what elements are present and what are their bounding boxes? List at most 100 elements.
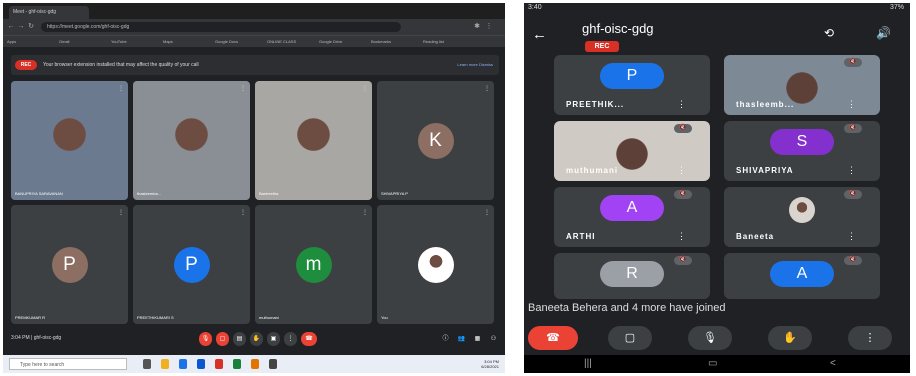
bookmark-item[interactable]: Gmail: [59, 37, 69, 46]
participant-tile[interactable]: ⋮ BANUPRIYA SARAVANAN: [11, 81, 128, 200]
tile-menu-icon[interactable]: ⋮: [118, 209, 124, 216]
muted-mic-icon: 🔇: [844, 256, 862, 265]
participant-tile[interactable]: ⋮ You: [377, 205, 494, 324]
avatar: [417, 246, 454, 283]
more-options-button[interactable]: ⋮: [848, 326, 892, 350]
browser-tab[interactable]: Meet - ghf-oisc-gdg: [9, 6, 89, 19]
forward-icon[interactable]: →: [17, 22, 25, 31]
participant-tile[interactable]: P ⋮ PREETHIKUMARI S: [133, 205, 250, 324]
bookmark-item[interactable]: Google Drive: [319, 37, 342, 46]
raise-hand-button[interactable]: ✋: [250, 332, 263, 346]
muted-mic-icon: 🔇: [674, 124, 692, 133]
taskbar-search-input[interactable]: Type here to search: [9, 358, 127, 370]
bookmark-item[interactable]: YouTube: [111, 37, 127, 46]
participant-tile[interactable]: R 🔇: [554, 253, 710, 299]
camera-off-button[interactable]: ▢: [608, 326, 652, 350]
participant-tile[interactable]: A 🔇: [724, 253, 880, 299]
bookmark-item[interactable]: Apps: [7, 37, 16, 46]
task-view-icon[interactable]: [143, 359, 151, 369]
participant-name: BANUPRIYA SARAVANAN: [15, 191, 63, 196]
raise-hand-button[interactable]: ✋: [768, 326, 812, 350]
participant-tile[interactable]: K ⋮ SHIVAPRIYA P: [377, 81, 494, 200]
tile-menu-icon[interactable]: ⋮: [240, 209, 246, 216]
tile-menu-icon[interactable]: ⋮: [847, 99, 856, 110]
captions-button[interactable]: ▤: [233, 332, 246, 346]
store-icon[interactable]: [179, 359, 187, 369]
address-bar[interactable]: https://meet.google.com/ghf-oisc-gdg: [41, 22, 401, 32]
speaker-icon[interactable]: 🔊: [876, 26, 891, 40]
participant-name: thasleemb...: [736, 100, 795, 109]
bookmarks-bar: Apps Gmail YouTube Maps Google Docs ONLINE CL…: [3, 35, 505, 47]
tile-menu-icon[interactable]: ⋮: [677, 99, 686, 110]
file-explorer-icon[interactable]: [161, 359, 169, 369]
video-feed: [11, 81, 128, 200]
avatar: [789, 197, 815, 223]
participant-tile[interactable]: 🔇 muthumani ⋮: [554, 121, 710, 181]
present-button[interactable]: ▣: [267, 332, 280, 346]
participant-tile[interactable]: ⋮ Banheetha: [255, 81, 372, 200]
participant-tile[interactable]: S 🔇 SHIVAPRIYA ⋮: [724, 121, 880, 181]
tile-menu-icon[interactable]: ⋮: [118, 85, 124, 92]
avatar: A: [770, 261, 834, 287]
tile-menu-icon[interactable]: ⋮: [677, 231, 686, 242]
edge-icon[interactable]: [197, 359, 205, 369]
tile-menu-icon[interactable]: ⋮: [484, 209, 490, 216]
tile-menu-icon[interactable]: ⋮: [847, 231, 856, 242]
camera-off-button[interactable]: ▢: [216, 332, 229, 346]
muted-mic-icon: 🔇: [844, 190, 862, 199]
activities-icon[interactable]: ⚇: [487, 332, 500, 346]
info-icon[interactable]: ⓘ: [439, 332, 452, 346]
participant-name: Banheetha: [259, 191, 279, 196]
end-call-button[interactable]: ☎: [301, 332, 317, 346]
bookmark-item[interactable]: ONLINE CLASS: [267, 37, 296, 46]
avatar: m: [295, 246, 332, 283]
end-call-button[interactable]: ☎: [528, 326, 578, 350]
tile-menu-icon[interactable]: ⋮: [484, 85, 490, 92]
extensions-icon[interactable]: ✱: [473, 22, 481, 31]
participant-name: Baneeta: [736, 232, 775, 241]
banner-links[interactable]: Learn more Dismiss: [457, 60, 493, 70]
browser-toolbar: ← → ↻ https://meet.google.com/ghf-oisc-g…: [3, 19, 505, 35]
home-icon[interactable]: ▭: [708, 358, 717, 369]
chat-icon[interactable]: ▦: [471, 332, 484, 346]
recents-icon[interactable]: |||: [584, 358, 592, 369]
bookmark-item[interactable]: Reading list: [423, 37, 444, 46]
participant-tile[interactable]: 🔇 Baneeta ⋮: [724, 187, 880, 247]
system-tray-clock[interactable]: 3:04 PM 6/28/2021: [481, 359, 499, 369]
participant-tile[interactable]: ⋮ thasleemba...: [133, 81, 250, 200]
more-options-button[interactable]: ⋮: [284, 332, 297, 346]
menu-icon[interactable]: ⋮: [485, 22, 493, 31]
mic-off-button[interactable]: 🎙: [688, 326, 732, 350]
tile-menu-icon[interactable]: ⋮: [677, 165, 686, 176]
participant-name: SHIVAPRIYA: [736, 166, 794, 175]
tile-menu-icon[interactable]: ⋮: [240, 85, 246, 92]
app-icon[interactable]: [251, 359, 259, 369]
participant-tile[interactable]: A 🔇 ARTHI ⋮: [554, 187, 710, 247]
status-bar: 3:40 37%: [524, 3, 910, 15]
switch-camera-icon[interactable]: ⟲: [824, 26, 834, 40]
mic-off-button[interactable]: 🎙: [199, 332, 212, 346]
tile-menu-icon[interactable]: ⋮: [847, 165, 856, 176]
tile-menu-icon[interactable]: ⋮: [362, 209, 368, 216]
meeting-title[interactable]: ghf-oisc-gdg: [582, 21, 654, 36]
participant-tile[interactable]: P PREETHIK... ⋮: [554, 55, 710, 115]
app-icon[interactable]: [269, 359, 277, 369]
chrome-icon[interactable]: [215, 359, 223, 369]
avatar: R: [600, 261, 664, 287]
bookmark-item[interactable]: Maps: [163, 37, 173, 46]
back-nav-icon[interactable]: <: [830, 358, 836, 369]
app-icon[interactable]: [233, 359, 241, 369]
status-time: 3:40: [528, 4, 542, 11]
bookmark-item[interactable]: Google Docs: [215, 37, 238, 46]
participant-tile[interactable]: P ⋮ PREMKUMAR R: [11, 205, 128, 324]
reload-icon[interactable]: ↻: [27, 22, 35, 31]
participant-tile[interactable]: m ⋮ muthumani: [255, 205, 372, 324]
bookmark-item[interactable]: Bookmarks: [371, 37, 391, 46]
participant-name: PREETHIK...: [566, 100, 625, 109]
meeting-controls-bar: ☎ ▢ 🎙 ✋ ⋮: [524, 321, 910, 355]
tile-menu-icon[interactable]: ⋮: [362, 85, 368, 92]
back-arrow-icon[interactable]: ←: [532, 26, 547, 43]
participant-tile[interactable]: 🔇 thasleemb... ⋮: [724, 55, 880, 115]
back-icon[interactable]: ←: [7, 22, 15, 31]
people-icon[interactable]: 👥: [455, 332, 468, 346]
